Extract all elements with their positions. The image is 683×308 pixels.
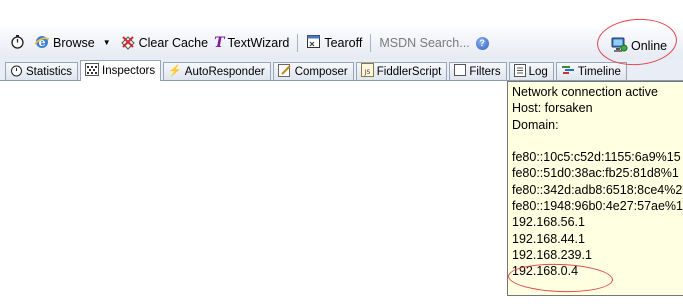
log-document-icon (513, 63, 526, 80)
tab-composer[interactable]: Composer (272, 62, 354, 80)
tab-fiddlerscript[interactable]: JS FiddlerScript (355, 62, 448, 80)
tab-label: Log (528, 65, 548, 78)
tab-timeline[interactable]: Timeline (555, 62, 627, 80)
tab-label: AutoResponder (184, 65, 265, 78)
tab-label: Filters (469, 65, 501, 78)
tooltip-line: Network connection active (512, 85, 658, 99)
lightning-icon: ⚡ (168, 65, 182, 77)
msdn-search-box[interactable]: MSDN Search... ? (376, 32, 491, 54)
browse-button[interactable]: e Browse ▼ (31, 32, 117, 54)
tooltip-line: 192.168.44.1 (512, 231, 585, 246)
tooltip-line: 192.168.0.4 (512, 264, 579, 279)
textwizard-button[interactable]: T TextWizard (211, 32, 292, 54)
tab-statistics[interactable]: Statistics (5, 62, 79, 80)
inspectors-icon (85, 63, 100, 79)
clear-cache-button[interactable]: Clear Cache (117, 32, 211, 54)
tooltip-line: fe80::51d0:38ac:fb25:81d8%1 (512, 166, 679, 181)
network-status-tooltip: Network connection active Host: forsaken… (507, 81, 683, 296)
network-online-icon (610, 37, 628, 56)
clear-cache-label: Clear Cache (138, 36, 209, 50)
tab-log[interactable]: Log (508, 62, 554, 80)
textwizard-label: TextWizard (227, 36, 290, 50)
tooltip-line: fe80::342d:adb8:6518:8ce4%2 (512, 182, 683, 197)
timer-button[interactable] (0, 32, 31, 54)
online-label: Online (631, 39, 668, 54)
tab-autoresponder[interactable]: ⚡ AutoResponder (163, 62, 271, 80)
inspector-tab-strip: Statistics Inspectors ⚡ AutoResponder Co… (0, 59, 683, 81)
tooltip-line: 192.168.239.1 (512, 247, 592, 262)
ie-browser-icon: e (34, 34, 50, 53)
tearoff-button[interactable]: Tearoff (303, 32, 365, 54)
tab-label: Inspectors (102, 65, 156, 77)
tearoff-icon (306, 34, 321, 52)
tab-filters[interactable]: Filters (449, 62, 507, 80)
tooltip-line: fe80::1948:96b0:4e27:57ae%1 (512, 199, 683, 214)
svg-text:JS: JS (363, 69, 370, 76)
filter-checkbox-icon (454, 64, 467, 79)
tab-label: Timeline (577, 65, 621, 78)
tab-label: Composer (294, 65, 348, 78)
tearoff-label: Tearoff (324, 36, 363, 50)
tab-label: Statistics (26, 65, 73, 78)
script-js-icon: JS (360, 63, 374, 80)
online-indicator[interactable]: Online (610, 37, 667, 56)
tooltip-line (512, 133, 682, 149)
msdn-search-label: MSDN Search... (379, 36, 470, 50)
dropdown-arrow-icon[interactable]: ▼ (103, 39, 111, 47)
stopwatch-icon (10, 64, 23, 80)
tab-label: FiddlerScript (376, 65, 442, 78)
browse-label: Browse (53, 36, 95, 50)
stopwatch-icon (10, 34, 25, 52)
help-icon[interactable]: ? (475, 36, 489, 50)
main-toolbar: e Browse ▼ Clear Cache T TextWizard Tear… (0, 27, 683, 59)
toolbar-separator (370, 34, 372, 52)
toolbar-separator (297, 34, 299, 52)
timeline-icon (561, 64, 575, 79)
clear-cache-icon (120, 34, 136, 53)
composer-pencil-icon (277, 63, 292, 80)
tooltip-line: Host: forsaken (512, 101, 593, 116)
tooltip-line: Domain: (512, 117, 559, 132)
textwizard-icon: T (214, 35, 225, 51)
tooltip-line: 192.168.56.1 (512, 215, 585, 230)
tooltip-line: fe80::10c5:c52d:1155:6a9%15 (512, 150, 681, 165)
tab-inspectors[interactable]: Inspectors (80, 60, 162, 81)
